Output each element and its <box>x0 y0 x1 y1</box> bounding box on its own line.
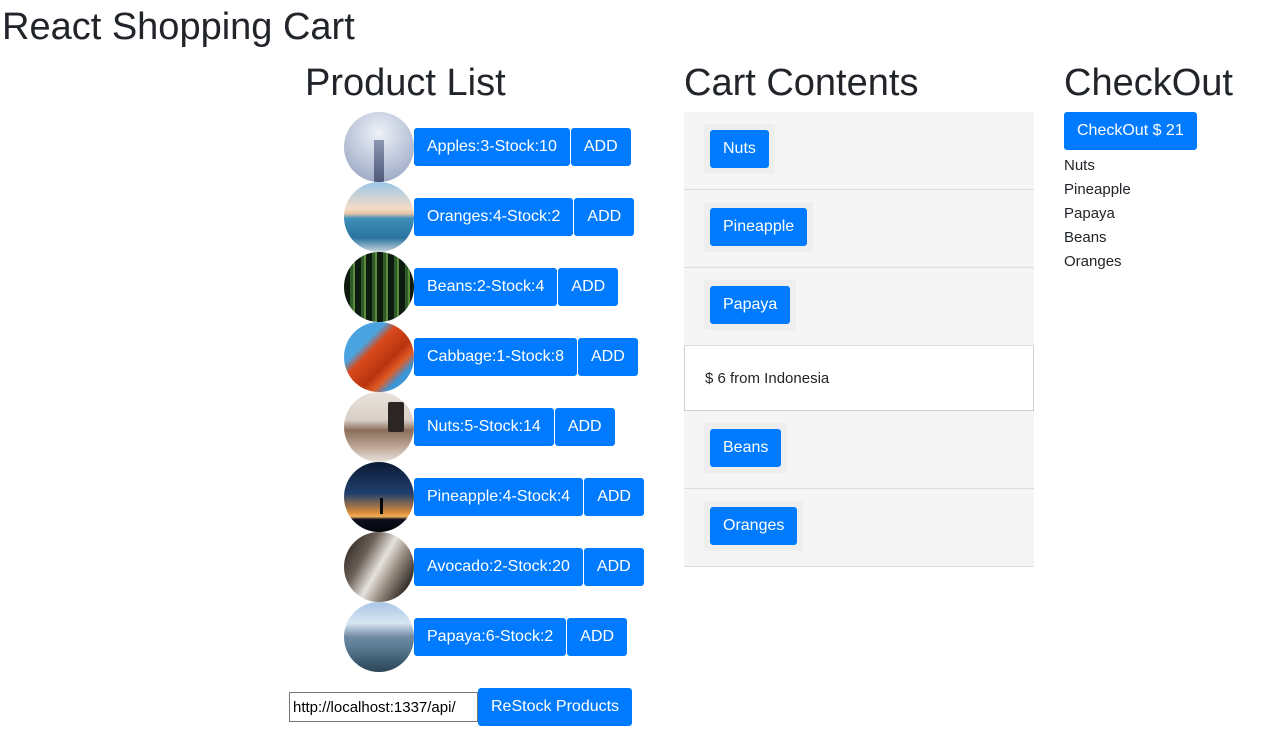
checkout-item: Pineapple <box>1064 181 1131 198</box>
add-button-pineapple[interactable]: ADD <box>584 478 644 516</box>
add-button-oranges[interactable]: ADD <box>574 198 635 236</box>
checkout-list: Nuts Pineapple Papaya Beans Oranges <box>1064 154 1264 274</box>
cart-item: Nuts <box>684 112 1034 190</box>
add-button-apples[interactable]: ADD <box>570 128 631 166</box>
product-button-nuts[interactable]: Nuts:5-Stock:14 <box>414 408 554 446</box>
product-image <box>344 182 414 252</box>
product-image <box>344 322 414 392</box>
cart-item-oranges[interactable]: Oranges <box>710 507 798 545</box>
product-row: Apples:3-Stock:10 ADD <box>344 112 664 182</box>
cart-item: Oranges <box>684 489 1034 567</box>
product-image <box>344 602 414 672</box>
product-image <box>344 532 414 602</box>
add-button-avocado[interactable]: ADD <box>583 548 644 586</box>
product-image <box>344 462 414 532</box>
cart-item: Papaya <box>684 268 1034 346</box>
add-button-beans[interactable]: ADD <box>558 268 619 306</box>
checkout-item: Nuts <box>1064 157 1095 174</box>
product-button-papaya[interactable]: Papaya:6-Stock:2 <box>414 618 567 656</box>
product-button-cabbage[interactable]: Cabbage:1-Stock:8 <box>414 338 577 376</box>
cart-item-papaya[interactable]: Papaya <box>710 286 791 324</box>
cart-list: Nuts Pineapple Papaya $ 6 from Indonesia… <box>684 112 1034 567</box>
checkout-item: Papaya <box>1064 205 1115 222</box>
cart-item-chip: Oranges <box>704 501 804 551</box>
cart-item-chip: Papaya <box>704 280 797 330</box>
product-list-title: Product List <box>305 62 506 104</box>
product-image <box>344 112 414 182</box>
product-button-oranges[interactable]: Oranges:4-Stock:2 <box>414 198 574 236</box>
product-row: Cabbage:1-Stock:8 ADD <box>344 322 664 392</box>
product-button-pineapple[interactable]: Pineapple:4-Stock:4 <box>414 478 584 516</box>
page: React Shopping Cart Product List Apples:… <box>0 0 1273 753</box>
product-button-apples[interactable]: Apples:3-Stock:10 <box>414 128 570 166</box>
add-button-cabbage[interactable]: ADD <box>577 338 638 376</box>
cart-item-chip: Nuts <box>704 124 775 174</box>
cart-item-chip: Beans <box>704 423 788 473</box>
api-url-input[interactable] <box>289 692 478 722</box>
checkout-panel: CheckOut $ 21 Nuts Pineapple Papaya Bean… <box>1064 112 1264 274</box>
product-image <box>344 392 414 462</box>
product-row: Nuts:5-Stock:14 ADD <box>344 392 664 462</box>
cart-item: Beans <box>684 411 1034 489</box>
cart-item-nuts[interactable]: Nuts <box>710 130 769 168</box>
restock-bar: ReStock Products <box>289 688 633 726</box>
cart-item-beans[interactable]: Beans <box>710 429 782 467</box>
cart-item-chip: Pineapple <box>704 202 814 252</box>
checkout-item: Oranges <box>1064 253 1122 270</box>
product-row: Papaya:6-Stock:2 ADD <box>344 602 664 672</box>
product-list: Apples:3-Stock:10 ADD Oranges:4-Stock:2 … <box>344 112 664 672</box>
cart-item-pineapple[interactable]: Pineapple <box>710 208 808 246</box>
app-title: React Shopping Cart <box>2 6 355 48</box>
product-row: Beans:2-Stock:4 ADD <box>344 252 664 322</box>
cart-item-tooltip: $ 6 from Indonesia <box>684 345 1034 411</box>
add-button-nuts[interactable]: ADD <box>554 408 615 446</box>
cart-item: Pineapple <box>684 190 1034 268</box>
product-button-avocado[interactable]: Avocado:2-Stock:20 <box>414 548 583 586</box>
product-row: Oranges:4-Stock:2 ADD <box>344 182 664 252</box>
checkout-item: Beans <box>1064 229 1107 246</box>
restock-button[interactable]: ReStock Products <box>478 688 633 726</box>
product-row: Pineapple:4-Stock:4 ADD <box>344 462 664 532</box>
checkout-button[interactable]: CheckOut $ 21 <box>1064 112 1197 150</box>
product-image <box>344 252 414 322</box>
checkout-title: CheckOut <box>1064 62 1233 104</box>
add-button-papaya[interactable]: ADD <box>567 618 628 656</box>
cart-title: Cart Contents <box>684 62 919 104</box>
product-button-beans[interactable]: Beans:2-Stock:4 <box>414 268 558 306</box>
product-row: Avocado:2-Stock:20 ADD <box>344 532 664 602</box>
